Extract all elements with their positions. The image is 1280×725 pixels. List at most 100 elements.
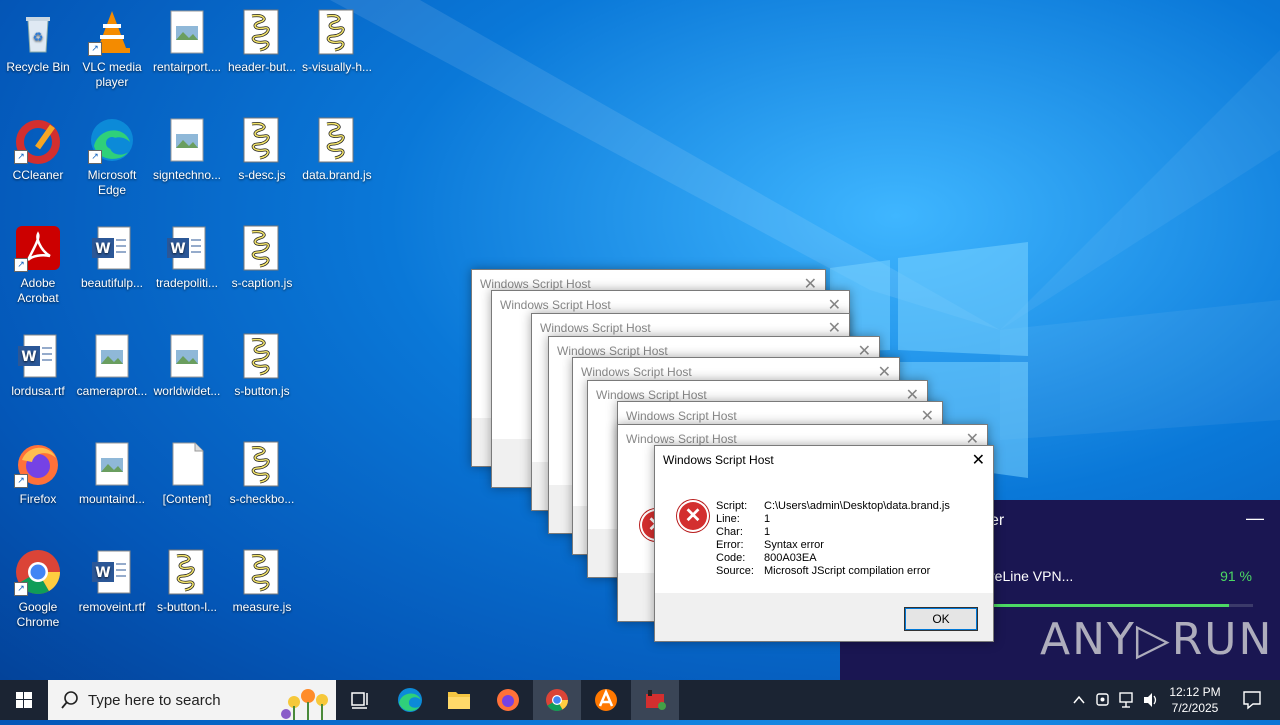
desktop-icon-firefox[interactable]: ↗ Firefox [0,432,76,507]
desktop-icon-s-checkbo[interactable]: s-checkbo... [224,432,300,507]
desktop-icon-vlc[interactable]: ↗ VLC media player [74,0,150,90]
detail-value: 1 [764,526,771,538]
minimize-icon[interactable]: — [1246,508,1264,529]
dialog-title: Windows Script Host [540,321,651,335]
desktop-icon-tradepoliti[interactable]: W tradepoliti... [149,216,225,291]
taskbar-avast[interactable] [582,680,630,720]
desktop-icon-s-button[interactable]: s-button.js [224,324,300,399]
show-hidden-icons-chevron-icon[interactable] [1071,680,1087,720]
desktop-icon-measure[interactable]: measure.js [224,540,300,615]
desktop-icon-label: beautifulp... [80,276,144,290]
dialog-title: Windows Script Host [596,388,707,402]
taskbar-script-app[interactable] [631,680,679,720]
desktop-icon-label: [Content] [162,492,212,506]
shortcut-arrow-icon: ↗ [88,42,102,56]
script-file-icon [238,548,286,596]
clock-time: 12:12 PM [1169,685,1221,699]
detail-key: Error: [716,539,744,551]
taskbar-edge[interactable] [386,680,434,720]
desktop-icon-recycle-bin[interactable]: ♻ Recycle Bin [0,0,76,75]
panel-progress-fill [990,604,1230,607]
desktop-icon-label: s-checkbo... [229,492,295,506]
desktop-icon-signtechno[interactable]: signtechno... [149,108,225,183]
desktop-icon-label: tradepoliti... [155,276,219,290]
script-file-icon [163,548,211,596]
image-file-icon [88,332,136,380]
taskbar-chrome[interactable] [533,680,581,720]
detail-key: Line: [716,513,740,525]
start-button[interactable] [0,680,48,720]
word-document-icon: W [88,224,136,272]
desktop-icon-rentairport[interactable]: rentairport.... [149,0,225,75]
search-icon [61,691,78,709]
meet-now-icon[interactable] [1095,680,1113,720]
taskbar-clock[interactable]: 12:12 PM 7/2/2025 [1160,684,1230,716]
wsh-dialog-active[interactable]: Windows Script Host ✕ ✕ Script: C:\Users\a… [654,445,994,642]
desktop-icon-mountaind[interactable]: mountaind... [74,432,150,507]
panel-progress-text: 91 % [1220,568,1252,584]
script-file-icon [313,116,361,164]
firefox-icon [497,689,519,711]
taskbar-search-box[interactable]: Type here to search [48,680,336,720]
desktop-icon-s-button-l[interactable]: s-button-l... [149,540,225,615]
image-file-icon [88,440,136,488]
desktop-icon-worldwidet[interactable]: worldwidet... [149,324,225,399]
taskbar-firefox[interactable] [484,680,532,720]
edge-icon [398,688,422,712]
word-document-icon: W [88,548,136,596]
ok-button[interactable]: OK [904,607,978,631]
volume-icon[interactable] [1141,680,1161,720]
image-file-icon [163,332,211,380]
desktop-icon-label: VLC media player [82,60,142,89]
taskbar-file-explorer[interactable] [435,680,483,720]
close-icon[interactable]: ✕ [878,362,891,382]
task-view-button[interactable] [336,680,384,720]
error-details: Script: C:\Users\admin\Desktop\data.brand… [716,500,950,578]
detail-key: Char: [716,526,743,538]
desktop-icon-ccleaner[interactable]: ↗ CCleaner [0,108,76,183]
desktop-icon-label: rentairport.... [152,60,222,74]
desktop-icon-cameraprot[interactable]: cameraprot... [74,324,150,399]
vlc-icon: ↗ [88,8,136,56]
desktop-icon-content[interactable]: [Content] [149,432,225,507]
desktop-icon-header-but[interactable]: header-but... [224,0,300,75]
recycle-bin-icon: ♻ [14,8,62,56]
close-icon[interactable]: ✕ [972,450,985,470]
desktop-icon-label: Microsoft Edge [87,168,137,197]
detail-key: Source: [716,565,754,577]
notifications-icon[interactable] [1236,680,1268,720]
chrome-icon: ↗ [14,548,62,596]
shortcut-arrow-icon: ↗ [14,150,28,164]
desktop-icon-adobe-acrobat[interactable]: ↗ Adobe Acrobat [0,216,76,306]
image-file-icon [163,8,211,56]
desktop-icon-s-caption[interactable]: s-caption.js [224,216,300,291]
script-app-icon [646,690,666,710]
desktop-icon-lordusa[interactable]: W lordusa.rtf [0,324,76,399]
desktop-icon-data-brand[interactable]: data.brand.js [299,108,375,183]
desktop-icon-microsoft-edge[interactable]: ↗ Microsoft Edge [74,108,150,198]
acrobat-icon: ↗ [14,224,62,272]
detail-value: 800A03EA [764,552,817,564]
desktop-icon-s-visually-h[interactable]: s-visually-h... [299,0,375,75]
close-icon[interactable]: ✕ [828,295,841,315]
desktop-icon-google-chrome[interactable]: ↗ Google Chrome [0,540,76,630]
chrome-icon [546,689,568,711]
taskbar: Type here to search 12:12 PM 7/2/2025 [0,680,1280,720]
desktop-icon-beautifulp[interactable]: W beautifulp... [74,216,150,291]
close-icon[interactable]: ✕ [828,318,841,338]
network-icon[interactable] [1117,680,1137,720]
desktop-icon-label: Google Chrome [16,600,60,629]
dialog-title: Windows Script Host [480,277,591,291]
detail-key: Code: [716,552,746,564]
desktop-icon-removeint[interactable]: W removeint.rtf [74,540,150,615]
anyrun-watermark: ANY▷RUN [1040,614,1274,665]
script-file-icon [238,224,286,272]
shortcut-arrow-icon: ↗ [14,474,28,488]
dialog-title: Windows Script Host [557,344,668,358]
close-icon[interactable]: ✕ [921,406,934,426]
file-explorer-icon [448,692,470,709]
image-file-icon [163,116,211,164]
desktop-icon-label: worldwidet... [153,384,221,398]
desktop-icon-s-desc[interactable]: s-desc.js [224,108,300,183]
shortcut-arrow-icon: ↗ [88,150,102,164]
